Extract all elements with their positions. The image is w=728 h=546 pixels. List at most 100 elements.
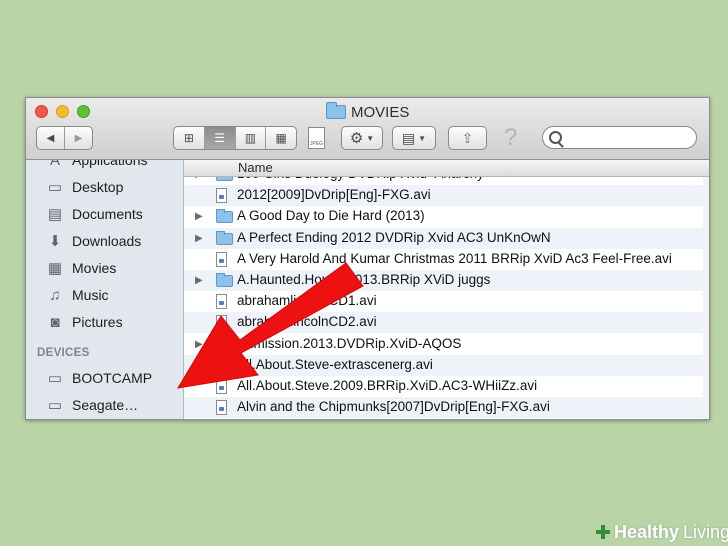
video-file-icon — [216, 400, 227, 418]
watermark-logo: Healthy Living — [596, 520, 728, 544]
minimize-button[interactable] — [56, 105, 69, 118]
file-name: All.About.Steve.2009.BRRip.XviD.AC3-WHii… — [237, 378, 538, 393]
disclosure-triangle-icon[interactable]: ▶ — [195, 339, 203, 350]
coverflow-view-icon: ▦ — [275, 131, 287, 145]
share-button[interactable]: ⇪ — [448, 126, 487, 150]
help-icon[interactable]: ? — [504, 124, 517, 152]
folder-icon — [216, 230, 233, 248]
name-column-header[interactable]: Name — [184, 160, 709, 177]
applications-icon: A — [49, 160, 60, 169]
sidebar-item-movies[interactable]: ▦ Movies — [46, 256, 116, 280]
back-button[interactable]: ◀ — [37, 127, 65, 149]
file-list: Name ▶100 Girls Duology DVDRip Xvid–Anar… — [184, 160, 709, 419]
video-file-icon — [216, 294, 227, 312]
disclosure-triangle-icon[interactable]: ▶ — [195, 211, 203, 222]
video-file-icon — [216, 188, 227, 206]
sidebar-item-label: Movies — [72, 260, 117, 276]
table-row[interactable]: ▶ A Perfect Ending 2012 DVDRip Xvid AC3 U… — [184, 227, 709, 249]
list-view-button[interactable]: ☰ — [204, 127, 236, 149]
table-row[interactable]: ▶ A.Haunted.House.2013.BRRip XViD juggs — [184, 270, 709, 291]
forward-button[interactable]: ▶ — [65, 127, 92, 149]
icon-view-icon: ⊞ — [183, 131, 194, 145]
table-row[interactable]: Alvin and the Chipmunks[2007]DvDrip[Eng]… — [184, 397, 709, 419]
table-row[interactable]: ▶ A Good Day to Die Hard (2013) — [184, 206, 709, 227]
drive-icon: ▭ — [47, 370, 63, 387]
devices-heading: DEVICES — [37, 347, 90, 359]
forward-arrow-icon: ▶ — [74, 132, 83, 144]
column-view-icon: ▥ — [244, 131, 257, 145]
title-bar: MOVIES ◀ ▶ ⊞ ☰ ▥ ▦ JPEG ⚙ ▼ ▤ ▼ ⇪ ? — [26, 98, 709, 160]
file-name: A Very Harold And Kumar Christmas 2011 B… — [237, 250, 672, 266]
sidebar-item-label: Music — [72, 287, 109, 303]
close-button[interactable] — [35, 105, 48, 118]
table-row[interactable]: A Very Harold And Kumar Christmas 2011 B… — [184, 249, 709, 270]
view-control: ⊞ ☰ ▥ ▦ — [173, 126, 297, 150]
column-header-label: Name — [238, 160, 273, 175]
sidebar-item-label: Desktop — [72, 179, 124, 195]
file-name: A.Haunted.House.2013.BRRip XViD juggs — [237, 272, 491, 287]
arrange-icon: ▤ — [401, 129, 416, 146]
back-forward-control: ◀ ▶ — [36, 126, 93, 150]
zoom-button[interactable] — [77, 105, 90, 118]
sidebar-item-bootcamp[interactable]: ▭ BOOTCAMP — [46, 366, 152, 390]
documents-icon: ▤ — [47, 206, 63, 223]
arrange-menu-button[interactable]: ▤ ▼ — [392, 126, 436, 150]
sidebar-item-label: Documents — [72, 206, 143, 222]
finder-window: MOVIES ◀ ▶ ⊞ ☰ ▥ ▦ JPEG ⚙ ▼ ▤ ▼ ⇪ ? A Ap… — [25, 97, 710, 420]
sidebar-item-label: BOOTCAMP — [72, 370, 153, 386]
list-view-icon: ☰ — [214, 131, 225, 145]
sidebar-item-seagate[interactable]: ▭ Seagate… — [46, 393, 138, 417]
movies-icon: ▦ — [47, 260, 63, 277]
search-input[interactable] — [565, 129, 694, 147]
folder-icon — [216, 273, 233, 290]
window-title: MOVIES — [326, 102, 410, 121]
external-drive-icon: ▭ — [47, 397, 63, 414]
table-row[interactable]: All.About.Steve-extrascenerg.avi — [184, 354, 709, 376]
search-icon — [549, 131, 562, 144]
downloads-icon: ⬇ — [48, 233, 62, 250]
table-row[interactable]: abrahamlincolnCD2.avi — [184, 312, 709, 334]
folder-icon — [326, 102, 346, 119]
desktop-icon: ▭ — [47, 179, 63, 196]
sidebar-item-desktop[interactable]: ▭ Desktop — [46, 175, 123, 199]
chevron-down-icon: ▼ — [366, 133, 375, 143]
file-name: Admission.2013.DVDRip.XviD-AQOS — [237, 335, 462, 351]
table-row[interactable]: abrahamlincolnCD1.avi — [184, 291, 709, 312]
sidebar-item-documents[interactable]: ▤ Documents — [46, 202, 143, 226]
table-row[interactable]: All.About.Steve.2009.BRRip.XviD.AC3-WHii… — [184, 376, 709, 397]
video-file-icon — [216, 379, 227, 397]
folder-icon — [216, 209, 233, 226]
file-name: A Perfect Ending 2012 DVDRip Xvid AC3 Un… — [237, 229, 551, 245]
jpeg-file-icon: JPEG — [310, 141, 324, 147]
file-name: abrahamlincolnCD2.avi — [237, 314, 377, 330]
sidebar-item-downloads[interactable]: ⬇ Downloads — [46, 229, 142, 253]
search-field[interactable] — [542, 126, 697, 149]
table-row[interactable]: ▶ Admission.2013.DVDRip.XviD-AQOS — [184, 334, 709, 355]
sidebar-item-pictures[interactable]: ◙ Pictures — [46, 310, 123, 334]
sidebar-item-applications[interactable]: A Applications — [46, 160, 148, 172]
icon-view-button[interactable]: ⊞ — [174, 127, 205, 149]
file-name: abrahamlincolnCD1.avi — [237, 293, 377, 309]
disclosure-triangle-icon[interactable]: ▶ — [195, 275, 203, 286]
coverflow-view-button[interactable]: ▦ — [266, 127, 296, 149]
video-file-icon — [216, 357, 227, 376]
share-icon: ⇪ — [461, 129, 474, 146]
scrollbar[interactable] — [703, 160, 709, 419]
gear-icon: ⚙ — [349, 130, 364, 147]
file-name: 2012[2009]DvDrip[Eng]-FXG.avi — [237, 187, 431, 203]
window-title-text: MOVIES — [351, 103, 410, 121]
disclosure-triangle-icon[interactable]: ▶ — [195, 233, 203, 244]
sidebar-item-label: Pictures — [72, 314, 123, 330]
music-icon: ♫ — [49, 286, 61, 304]
chevron-down-icon: ▼ — [418, 133, 427, 143]
video-file-icon — [216, 251, 227, 270]
back-arrow-icon: ◀ — [46, 132, 55, 144]
table-row[interactable]: 2012[2009]DvDrip[Eng]-FXG.avi — [184, 185, 709, 207]
quick-look-preview[interactable]: JPEG — [308, 127, 325, 149]
action-menu-button[interactable]: ⚙ ▼ — [341, 126, 383, 150]
sidebar-item-music[interactable]: ♫ Music — [46, 283, 109, 307]
file-name: A Good Day to Die Hard (2013) — [237, 208, 425, 224]
brand-part1: Healthy — [614, 521, 680, 542]
file-name: Alvin and the Chipmunks[2007]DvDrip[Eng]… — [237, 399, 550, 415]
column-view-button[interactable]: ▥ — [236, 127, 267, 149]
